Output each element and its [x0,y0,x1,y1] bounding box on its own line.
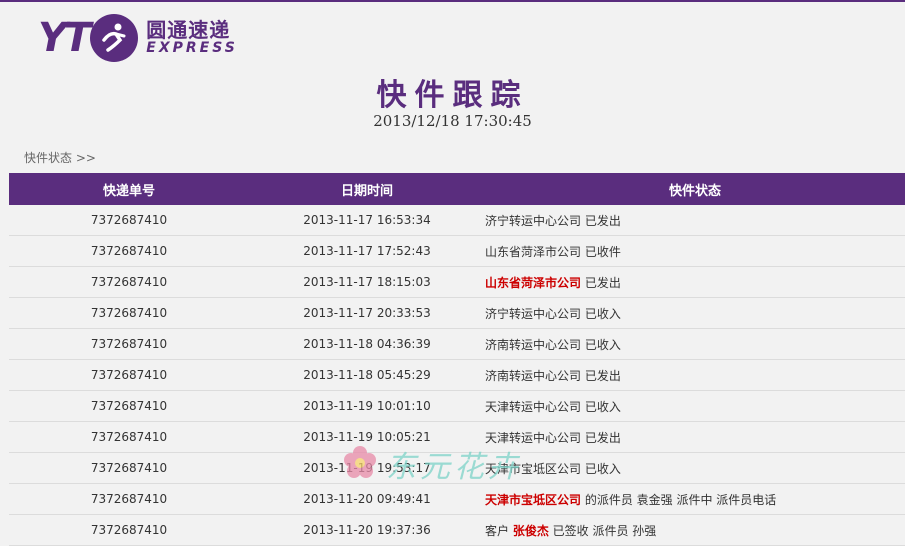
table-row: 7372687410 2013-11-19 10:01:10 天津转运中心公司 已收… [9,390,905,422]
tracking-number-cell: 7372687410 [9,297,249,329]
table-row: 7372687410 2013-11-17 16:53:34 济宁转运中心公司 已发… [9,205,905,236]
datetime-cell: 2013-11-19 10:05:21 [249,421,485,453]
status-text: 天津转运中心公司 已发出 [485,430,621,445]
status-cell: 天津市宝坻区公司 已收入 [485,452,905,484]
tracking-number-cell: 7372687410 [9,328,249,360]
datetime-cell: 2013-11-18 04:36:39 [249,328,485,360]
logo-name-en: EXPRESS [146,40,238,57]
status-text: 济南转运中心公司 已发出 [485,368,621,383]
query-timestamp: 2013/12/18 17:30:45 [373,112,532,130]
tracking-table: 快递单号 日期时间 快件状态 7372687410 2013-11-17 16:5… [9,173,905,546]
section-label: 快件状态 >> [24,151,96,165]
status-text: 济南转运中心公司 已收入 [485,337,621,352]
table-row: 7372687410 2013-11-19 10:05:21 天津转运中心公司 已发… [9,421,905,453]
datetime-cell: 2013-11-17 18:15:03 [249,266,485,298]
status-text: 济宁转运中心公司 已收入 [485,306,621,321]
status-highlight: 天津市宝坻区公司 [485,492,582,507]
table-row: 7372687410 2013-11-20 19:37:36 客户 张俊杰 已签收 … [9,514,905,546]
status-text: 天津转运中心公司 已收入 [485,399,621,414]
status-cell: 山东省菏泽市公司 已收件 [485,235,905,267]
status-cell: 天津转运中心公司 已发出 [485,421,905,453]
table-row: 7372687410 2013-11-17 20:33:53 济宁转运中心公司 已收… [9,297,905,329]
tracking-number-cell: 7372687410 [9,235,249,267]
status-cell: 天津市宝坻区公司 的派件员 袁金强 派件中 派件员电话 [485,483,905,515]
status-cell: 济南转运中心公司 已收入 [485,328,905,360]
datetime-cell: 2013-11-20 19:37:36 [249,514,485,546]
status-text: 天津市宝坻区公司 已收入 [485,461,621,476]
table-row: 7372687410 2013-11-17 17:52:43 山东省菏泽市公司 已收… [9,235,905,267]
status-cell: 济宁转运中心公司 已收入 [485,297,905,329]
status-text: 的派件员 袁金强 派件中 派件员电话 [581,492,777,507]
status-highlight: 山东省菏泽市公司 [485,275,582,290]
status-text: 已发出 [581,275,621,290]
status-cell: 山东省菏泽市公司 已发出 [485,266,905,298]
status-cell: 天津转运中心公司 已收入 [485,390,905,422]
table-row: 7372687410 2013-11-18 04:36:39 济南转运中心公司 已收… [9,328,905,360]
logo-text: 圆通速递 EXPRESS [146,19,238,56]
status-cell: 济宁转运中心公司 已发出 [485,205,905,236]
status-text: 济宁转运中心公司 已发出 [485,213,621,228]
datetime-cell: 2013-11-19 10:01:10 [249,390,485,422]
status-highlight: 张俊杰 [512,523,549,538]
datetime-cell: 2013-11-18 05:45:29 [249,359,485,391]
tracking-number-cell: 7372687410 [9,514,249,546]
datetime-cell: 2013-11-17 20:33:53 [249,297,485,329]
datetime-cell: 2013-11-19 19:53:17 [249,452,485,484]
tracking-number-cell: 7372687410 [9,359,249,391]
table-row: 7372687410 2013-11-20 09:49:41 天津市宝坻区公司 的派… [9,483,905,515]
table-header-row: 快递单号 日期时间 快件状态 [9,173,905,205]
tracking-number-cell: 7372687410 [9,205,249,236]
datetime-cell: 2013-11-17 17:52:43 [249,235,485,267]
runner-icon [90,14,139,62]
status-text: 客户 [485,523,513,538]
logo-name-cn: 圆通速递 [146,18,231,43]
logo-mark: YT [38,15,91,61]
status-text: 已签收 派件员 孙强 [548,523,657,538]
datetime-cell: 2013-11-17 16:53:34 [249,205,485,236]
yto-logo: YT 圆通速递 EXPRESS [38,10,238,66]
status-cell: 客户 张俊杰 已签收 派件员 孙强 [485,514,905,546]
tracking-number-cell: 7372687410 [9,421,249,453]
status-text: 山东省菏泽市公司 已收件 [485,244,621,259]
tracking-number-cell: 7372687410 [9,390,249,422]
table-row: 7372687410 2013-11-18 05:45:29 济南转运中心公司 已发… [9,359,905,391]
tracking-number-cell: 7372687410 [9,483,249,515]
header-datetime: 日期时间 [249,173,485,205]
table-row: 7372687410 2013-11-17 18:15:03 山东省菏泽市公司 已发… [9,266,905,298]
table-row: 7372687410 2013-11-19 19:53:17 天津市宝坻区公司 已收… [9,452,905,484]
status-cell: 济南转运中心公司 已发出 [485,359,905,391]
tracking-number-cell: 7372687410 [9,266,249,298]
page-title: 快件跟踪 [376,78,529,113]
header-status: 快件状态 [485,173,905,205]
datetime-cell: 2013-11-20 09:49:41 [249,483,485,515]
tracking-number-cell: 7372687410 [9,452,249,484]
header-tracking-number: 快递单号 [9,173,249,205]
